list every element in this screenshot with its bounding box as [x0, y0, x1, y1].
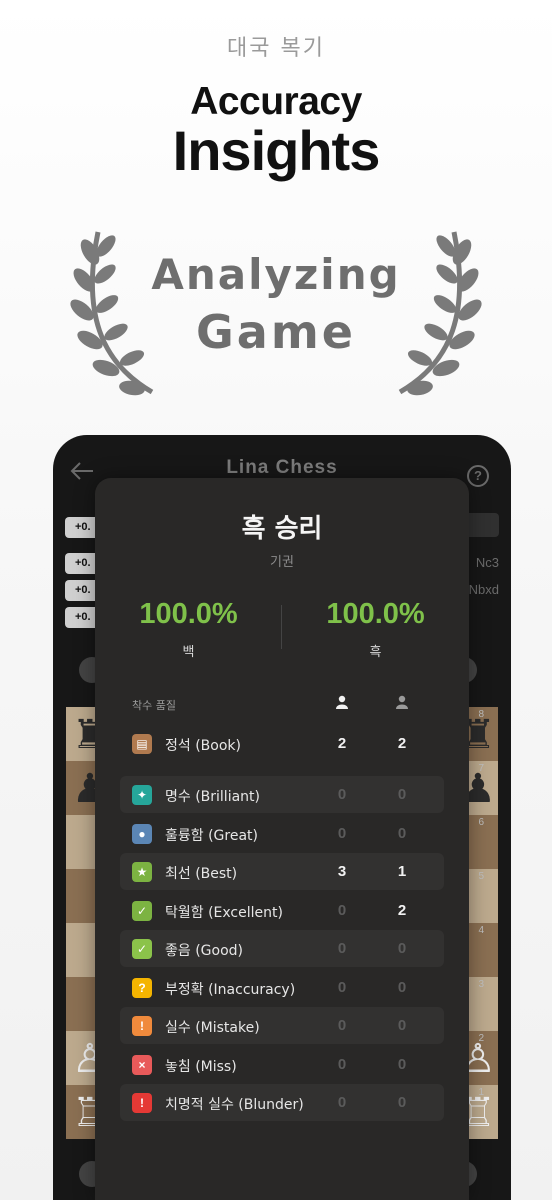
white-count: 0	[337, 825, 347, 842]
rank-label: 3	[478, 979, 484, 990]
black-count: 0	[397, 979, 407, 996]
quality-label: 놓침 (Miss)	[165, 1059, 237, 1075]
miss-icon: ×	[132, 1055, 152, 1075]
result-reason: 기권	[270, 555, 294, 570]
white-accuracy: 100.0%	[139, 598, 238, 630]
black-label: 흑	[369, 645, 382, 660]
rank-label: 7	[478, 763, 484, 774]
rank-label: 5	[478, 871, 484, 882]
quality-row: × 놓침 (Miss) 0 0	[120, 1046, 444, 1083]
white-count: 0	[337, 940, 347, 957]
quality-row: ✦ 명수 (Brilliant) 0 0	[120, 776, 444, 813]
hero-title-line2: Insights	[172, 119, 381, 182]
quality-label: 탁월함 (Excellent)	[165, 905, 283, 921]
quality-label: 훌륭함 (Great)	[165, 828, 258, 844]
white-count: 0	[337, 1094, 347, 1111]
black-count: 1	[397, 863, 407, 880]
rank-label: 4	[478, 925, 484, 936]
quality-row: ! 치명적 실수 (Blunder) 0 0	[120, 1084, 444, 1121]
quality-row: ▤ 정석 (Book) 2 2	[120, 725, 444, 762]
white-count: 2	[337, 735, 347, 752]
white-count: 3	[337, 863, 347, 880]
quality-label: 부정확 (Inaccuracy)	[165, 982, 296, 998]
rank-label: 2	[478, 1033, 484, 1044]
black-count: 0	[397, 1094, 407, 1111]
quality-label: 치명적 실수 (Blunder)	[165, 1097, 304, 1113]
white-count: 0	[337, 1017, 347, 1034]
black-count: 0	[397, 940, 407, 957]
white-count: 0	[337, 786, 347, 803]
white-label: 백	[182, 645, 195, 660]
hero-subtitle: 대국 복기	[227, 36, 325, 61]
black-count: 0	[397, 1056, 407, 1073]
black-count: 0	[397, 1017, 407, 1034]
quality-label: 실수 (Mistake)	[165, 1020, 260, 1036]
move-text[interactable]: Nc3	[476, 555, 499, 570]
white-count: 0	[337, 979, 347, 996]
black-player-icon	[396, 695, 408, 709]
white-count: 0	[337, 1056, 347, 1073]
quality-row: ★ 최선 (Best) 3 1	[120, 853, 444, 890]
quality-row: ✓ 탁월함 (Excellent) 0 2	[120, 892, 444, 929]
quality-row: ? 부정확 (Inaccuracy) 0 0	[120, 969, 444, 1006]
book-icon: ▤	[132, 734, 152, 754]
star-icon: ★	[132, 862, 152, 882]
quality-row: ! 실수 (Mistake) 0 0	[120, 1007, 444, 1044]
black-count: 0	[397, 825, 407, 842]
check-icon: ✓	[132, 939, 152, 959]
quality-label: 최선 (Best)	[165, 866, 238, 882]
badge-line1: Analyzing	[151, 250, 401, 299]
rank-label: 1	[478, 1087, 484, 1098]
medal-icon: ●	[132, 824, 152, 844]
white-player-icon	[336, 695, 348, 709]
move-text[interactable]: Nbxd	[469, 582, 499, 597]
quality-row: ✓ 좋음 (Good) 0 0	[120, 930, 444, 967]
quality-label: 좋음 (Good)	[165, 943, 244, 959]
thumbs-up-icon: ✓	[132, 901, 152, 921]
rank-label: 8	[478, 709, 484, 720]
sparkle-icon: ✦	[132, 785, 152, 805]
black-count: 0	[397, 786, 407, 803]
rank-label: 6	[478, 817, 484, 828]
black-accuracy: 100.0%	[326, 598, 425, 630]
badge-line2: Game	[196, 305, 356, 359]
warning-icon: !	[132, 1016, 152, 1036]
quality-header: 착수 품질	[132, 699, 176, 712]
app-title: Lina Chess	[226, 457, 338, 478]
quality-row: ● 훌륭함 (Great) 0 0	[120, 815, 444, 852]
help-icon[interactable]: ?	[467, 465, 489, 487]
question-icon: ?	[132, 978, 152, 998]
black-count: 2	[397, 902, 407, 919]
quality-label: 명수 (Brilliant)	[165, 789, 260, 805]
blunder-icon: !	[132, 1093, 152, 1113]
black-count: 2	[397, 735, 407, 752]
quality-label: 정석 (Book)	[165, 738, 241, 754]
result-title: 흑 승리	[241, 514, 323, 544]
white-count: 0	[337, 902, 347, 919]
game-result-modal: 흑 승리 기권 100.0% 100.0% 백 흑 착수 품질 ▤ 정석 (Boo…	[95, 478, 469, 1200]
